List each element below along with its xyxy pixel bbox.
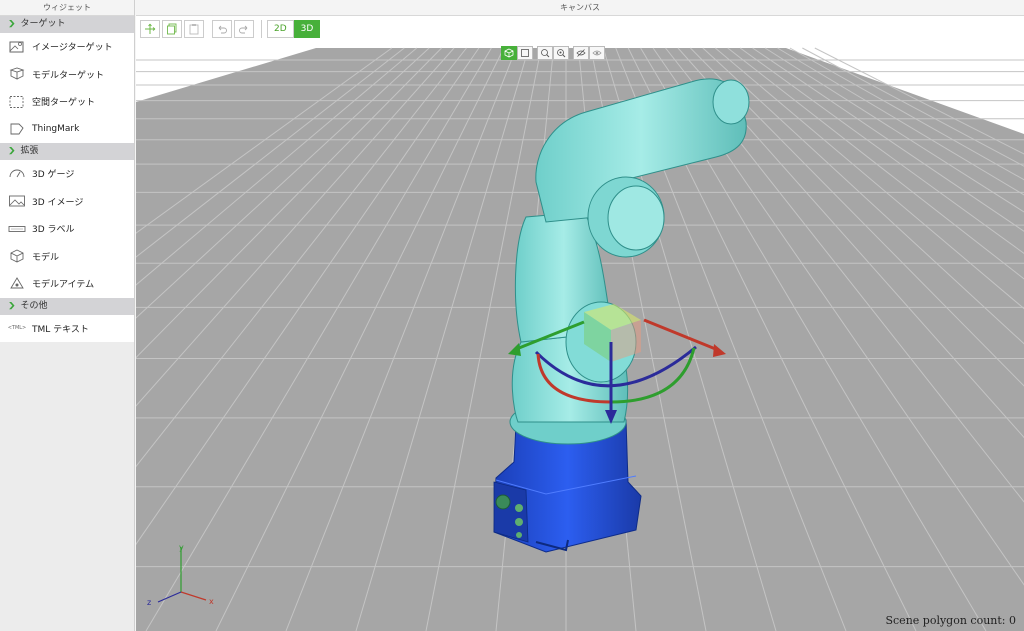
hide-button[interactable] <box>573 46 589 60</box>
cube-icon <box>504 48 514 58</box>
undo-button[interactable] <box>212 20 232 38</box>
widget-item-label: イメージターゲット <box>32 43 113 54</box>
zoom-fit-icon <box>541 49 550 58</box>
widget-item-label: TML テキスト <box>32 324 89 335</box>
widget-item-thingmark[interactable]: ThingMark <box>0 116 134 144</box>
canvas-toolbar: 2D 3D <box>136 16 1024 43</box>
widget-item-image-target[interactable]: イメージターゲット <box>0 33 134 61</box>
eye-icon <box>592 50 602 56</box>
thingmark-icon <box>7 121 27 137</box>
section-header-augmentations[interactable]: ❯ 拡張 <box>0 143 134 160</box>
zoom-fit-button[interactable] <box>537 46 553 60</box>
copy-icon <box>167 23 177 35</box>
perspective-button[interactable] <box>501 46 517 60</box>
canvas-panel: キャンバス 2D 3D y x z Scene polygon count: 0 <box>136 0 1024 631</box>
widget-panel-title: ウィジェット <box>0 0 134 16</box>
widget-item-3d-gauge[interactable]: 3D ゲージ <box>0 160 134 188</box>
paste-icon <box>189 24 199 35</box>
view-toolbar <box>501 46 605 60</box>
sidebar-empty-area <box>0 352 134 631</box>
widget-item-label: 空間ターゲット <box>32 98 96 109</box>
zoom-selected-icon <box>557 49 566 58</box>
undo-icon <box>218 25 227 34</box>
widget-item-3d-label[interactable]: 3D ラベル <box>0 215 134 243</box>
3d-scene[interactable]: y x z <box>136 42 1024 631</box>
widget-item-label: モデルアイテム <box>32 280 95 291</box>
widget-item-model-target[interactable]: モデルターゲット <box>0 61 134 89</box>
widget-item-model[interactable]: モデル <box>0 243 134 271</box>
widget-item-label: 3D ラベル <box>32 225 75 236</box>
gauge-icon <box>7 166 27 182</box>
image-icon <box>7 193 27 209</box>
mode-2d-button[interactable]: 2D <box>267 20 294 38</box>
paste-button[interactable] <box>184 20 204 38</box>
3d-viewport[interactable]: y x z <box>136 42 1024 631</box>
widget-item-label: ThingMark <box>32 124 80 135</box>
chevron-down-icon: ❯ <box>7 301 16 310</box>
chevron-down-icon: ❯ <box>7 147 16 156</box>
zoom-selected-button[interactable] <box>553 46 569 60</box>
orthographic-button[interactable] <box>517 46 533 60</box>
section-header-other[interactable]: ❯ その他 <box>0 297 134 315</box>
widget-item-label: 3D イメージ <box>32 197 84 208</box>
polygon-count-status: Scene polygon count: 0 <box>885 614 1016 627</box>
eye-slash-icon <box>576 49 586 57</box>
widget-item-label: 3D ゲージ <box>32 170 75 181</box>
transform-tool-button[interactable] <box>140 20 160 38</box>
axis-label-y: y <box>179 543 184 552</box>
section-header-target[interactable]: ❯ ターゲット <box>0 16 134 33</box>
section-label: 拡張 <box>20 146 39 156</box>
widget-panel: ウィジェット ❯ ターゲット イメージターゲット モデルターゲット 空間ターゲッ… <box>0 0 135 631</box>
model-target-icon <box>7 66 27 82</box>
copy-button[interactable] <box>162 20 182 38</box>
widget-item-label: モデル <box>32 252 60 263</box>
show-button[interactable] <box>589 46 605 60</box>
section-label: その他 <box>20 300 48 311</box>
redo-button[interactable] <box>234 20 254 38</box>
axis-label-z: z <box>147 598 151 607</box>
mode-3d-button[interactable]: 3D <box>293 20 321 38</box>
widget-item-3d-image[interactable]: 3D イメージ <box>0 188 134 216</box>
model-icon <box>7 248 27 264</box>
image-target-icon <box>7 39 27 55</box>
widget-item-label: モデルターゲット <box>32 70 105 81</box>
model-item-icon <box>7 276 27 292</box>
widget-item-tml-text[interactable]: <TML> TML テキスト <box>0 315 134 343</box>
chevron-down-icon: ❯ <box>7 20 16 29</box>
axis-label-x: x <box>209 597 214 606</box>
move-icon <box>145 23 156 34</box>
label-icon <box>7 221 27 237</box>
canvas-title: キャンバス <box>136 0 1024 16</box>
tml-icon: <TML> <box>7 325 27 332</box>
toolbar-divider <box>261 20 262 38</box>
widget-item-model-item[interactable]: モデルアイテム <box>0 270 134 298</box>
redo-icon <box>239 25 248 34</box>
spatial-target-icon <box>7 94 27 110</box>
square-icon <box>521 49 529 57</box>
section-label: ターゲット <box>20 19 66 29</box>
widget-item-spatial-target[interactable]: 空間ターゲット <box>0 88 134 116</box>
